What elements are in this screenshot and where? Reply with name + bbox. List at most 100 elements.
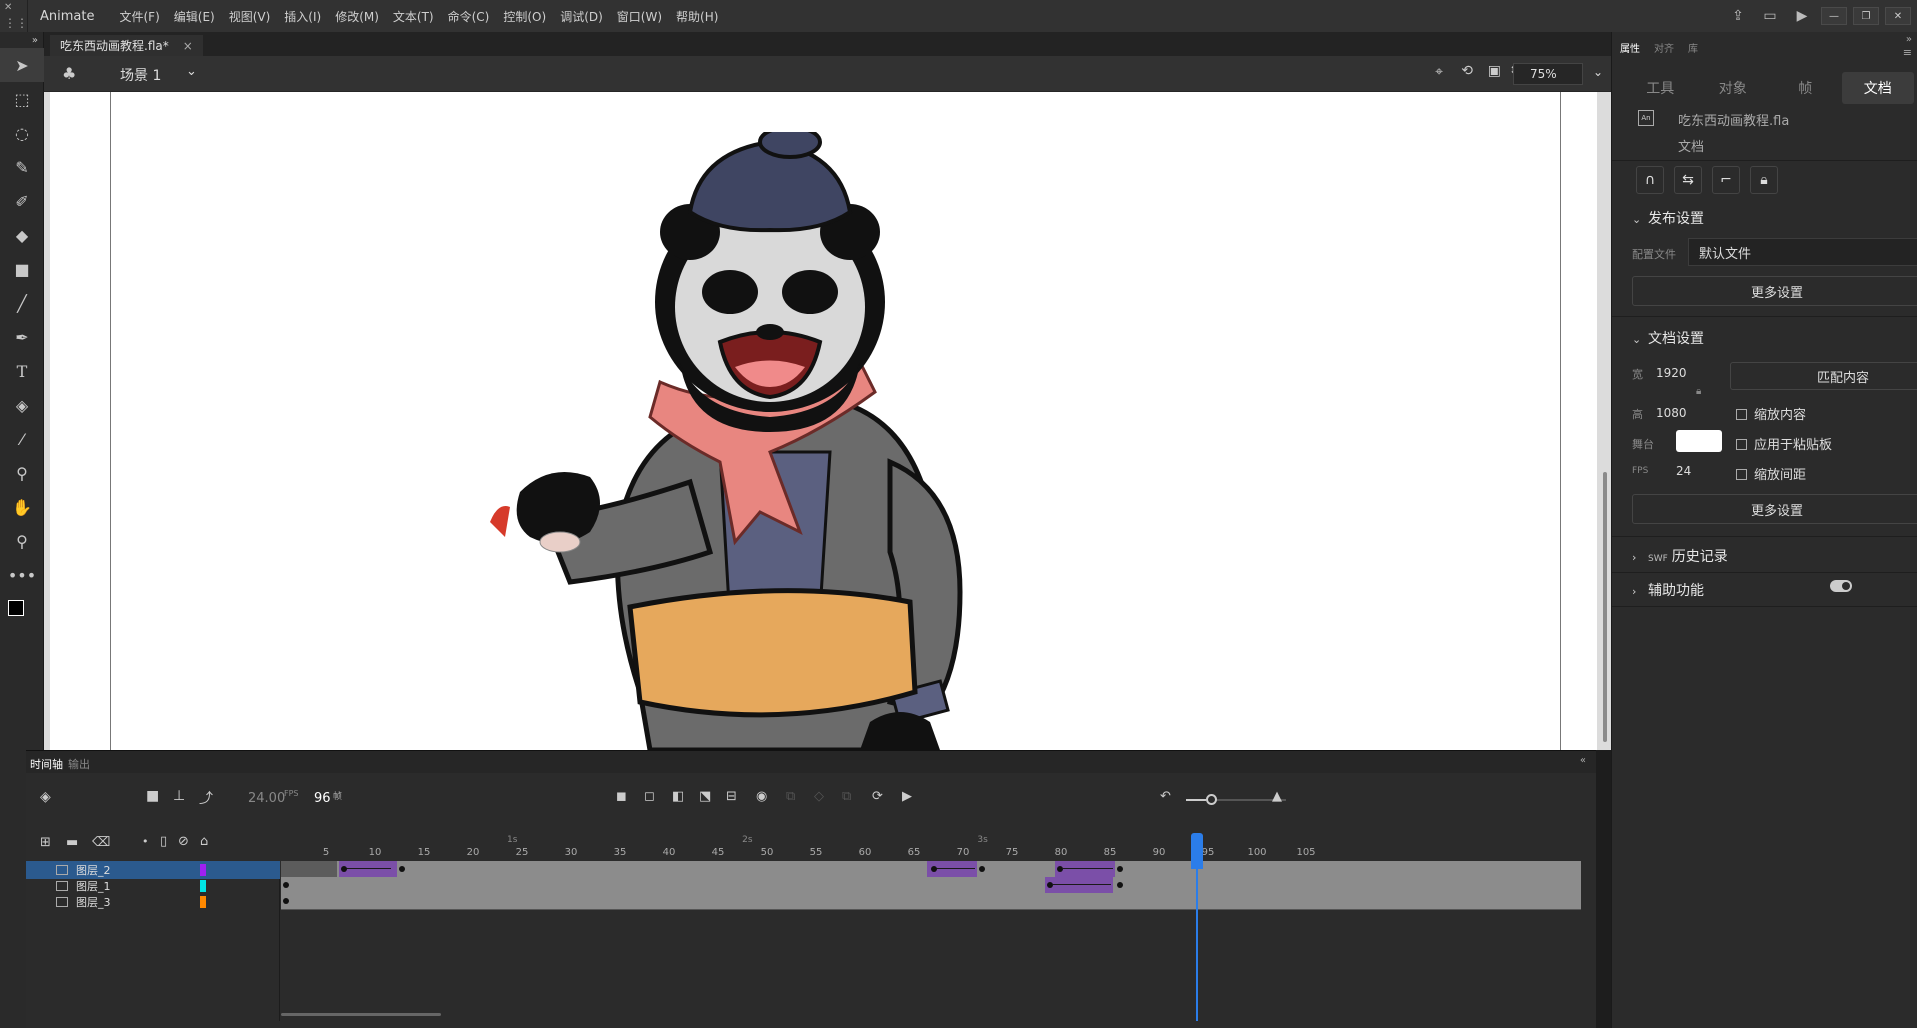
selection-tool[interactable]: ➤ [0, 48, 44, 82]
play-icon[interactable]: ▶ [902, 789, 912, 804]
current-frame[interactable]: 96 [314, 791, 331, 806]
menu-debug[interactable]: 调试(D) [553, 8, 610, 25]
scene-name[interactable]: 场景 1 [120, 65, 161, 85]
document-settings-header[interactable]: ⌄ 文档设置 [1632, 328, 1704, 348]
apply-paste-checkbox[interactable] [1736, 439, 1747, 450]
keyframe[interactable] [1117, 866, 1123, 872]
subtab-tool[interactable]: 工具 [1624, 72, 1697, 104]
pen-tool[interactable]: ✒ [0, 320, 44, 354]
color-swatches[interactable] [0, 592, 43, 632]
menu-file[interactable]: 文件(F) [112, 8, 166, 25]
height-value[interactable]: 1080 [1656, 406, 1687, 420]
fps-value[interactable]: 24.00 [248, 791, 285, 806]
frame-row-layer-3[interactable] [281, 893, 1581, 910]
classic-tween-icon[interactable]: ⧉ [842, 789, 851, 804]
minimize-button[interactable]: — [1821, 7, 1847, 25]
fps-value[interactable]: 24 [1676, 464, 1691, 478]
lock-icon[interactable]: ⌂ [200, 834, 208, 849]
keyframe[interactable] [341, 866, 347, 872]
subtab-object[interactable]: 对象 [1697, 72, 1770, 104]
accessibility-toggle[interactable] [1830, 580, 1852, 592]
keyframe[interactable] [1117, 882, 1123, 888]
layer-color-swatch[interactable] [200, 864, 206, 876]
snap-icon[interactable]: ∩ [1636, 166, 1664, 194]
frame-ruler[interactable]: 5 10 15 20 25 30 35 40 45 50 55 60 65 70 75 80 85 90 95 100… [281, 833, 1596, 861]
keyframe[interactable] [1047, 882, 1053, 888]
tween-span[interactable] [1055, 861, 1115, 877]
tab-align[interactable]: 对齐 [1654, 40, 1674, 55]
swf-history-header[interactable]: › SWF 历史记录 [1632, 546, 1728, 566]
outline-icon[interactable]: ▯ [160, 834, 167, 849]
onion-skin-icon[interactable]: ◉ [756, 789, 767, 804]
eyedropper-tool[interactable]: ⁄ [0, 422, 44, 456]
layout-icon[interactable]: ▭ [1757, 4, 1783, 28]
test-movie-icon[interactable]: ▶ [1789, 4, 1815, 28]
tab-output[interactable]: 输出 [68, 756, 90, 772]
zoom-input[interactable]: 75% [1513, 63, 1583, 85]
new-layer-icon[interactable]: ⊞ [40, 835, 51, 850]
zoom-chevron-icon[interactable]: ⌄ [1593, 65, 1603, 79]
more-tools-button[interactable]: ••• [0, 558, 44, 592]
center-stage-icon[interactable]: ⌖ [1435, 64, 1443, 80]
share-icon[interactable]: ⇪ [1725, 4, 1751, 28]
clip-stage-icon[interactable]: ▣ [1488, 63, 1501, 79]
pin-tool[interactable]: ⚲ [0, 456, 44, 490]
playhead[interactable] [1196, 833, 1198, 1021]
rotate-stage-icon[interactable]: ⟲ [1461, 63, 1473, 79]
publish-settings-header[interactable]: ⌄ 发布设置 [1632, 208, 1704, 228]
free-transform-tool[interactable]: ⬚ [0, 82, 44, 116]
document-tab[interactable]: 吃东西动画教程.fla* × [50, 35, 203, 56]
frame-row-layer-2[interactable] [281, 861, 1581, 878]
grid-icon[interactable]: ⋮⋮ [4, 16, 28, 30]
camera-icon[interactable]: ■ [146, 788, 159, 804]
stage-pasteboard[interactable] [44, 92, 1611, 750]
brush-tool[interactable]: ✐ [0, 184, 44, 218]
tween-span[interactable] [339, 861, 397, 877]
hide-icon[interactable]: ⊘ [178, 834, 189, 849]
lock-guides-icon[interactable]: 🔒︎ [1750, 166, 1778, 194]
lasso-tool[interactable]: ◌ [0, 116, 44, 150]
text-tool[interactable]: T [0, 354, 44, 388]
create-tween-icon[interactable]: ◇ [814, 789, 824, 804]
publish-more-settings-button[interactable]: 更多设置 [1632, 276, 1917, 306]
tab-close-icon[interactable]: × [183, 39, 193, 53]
paint-bucket-tool[interactable]: ◈ [0, 388, 44, 422]
link-dimensions-icon[interactable]: 🔒︎ [1696, 386, 1701, 397]
layer-color-swatch[interactable] [200, 896, 206, 908]
menu-help[interactable]: 帮助(H) [669, 8, 725, 25]
collapse-icon[interactable]: » [0, 32, 44, 48]
keyframe[interactable] [931, 866, 937, 872]
hand-tool[interactable]: ✋ [0, 490, 44, 524]
width-value[interactable]: 1920 [1656, 366, 1687, 380]
menu-text[interactable]: 文本(T) [386, 8, 441, 25]
scale-content-checkbox[interactable] [1736, 409, 1747, 420]
menu-modify[interactable]: 修改(M) [328, 8, 386, 25]
stroke-color-swatch[interactable] [8, 600, 24, 616]
edit-symbols-icon[interactable]: ♣ [62, 64, 76, 83]
timeline-horizontal-scrollbar[interactable] [281, 1013, 441, 1016]
highlight-layer-icon[interactable]: • [142, 835, 149, 848]
layer-name[interactable]: 图层_2 [76, 862, 111, 878]
tab-library[interactable]: 库 [1688, 40, 1698, 55]
match-content-button[interactable]: 匹配内容 [1730, 362, 1917, 390]
layer-name[interactable]: 图层_1 [76, 878, 111, 894]
line-tool[interactable]: ╱ [0, 286, 44, 320]
insert-keyframe-icon[interactable]: ◼ [616, 789, 627, 804]
rulers-icon[interactable]: ⌐ [1712, 166, 1740, 194]
close-window-button[interactable]: ✕ [1885, 7, 1911, 25]
delete-frame-icon[interactable]: ⊟ [726, 789, 737, 804]
scale-spacing-checkbox[interactable] [1736, 469, 1747, 480]
close-icon[interactable]: ✕ [4, 2, 12, 13]
layers-icon[interactable]: ◈ [40, 789, 51, 805]
panda-character[interactable] [490, 132, 1050, 750]
keyframe[interactable] [979, 866, 985, 872]
subtab-document[interactable]: 文档 [1841, 72, 1914, 104]
menu-control[interactable]: 控制(O) [496, 8, 553, 25]
tab-timeline[interactable]: 时间轴 [30, 756, 63, 772]
stage[interactable] [50, 92, 1597, 750]
tab-properties[interactable]: 属性 [1620, 40, 1640, 55]
loop-icon[interactable]: ⟳ [872, 789, 883, 804]
menu-insert[interactable]: 插入(I) [277, 8, 328, 25]
layer-color-swatch[interactable] [200, 880, 206, 892]
layer-name[interactable]: 图层_3 [76, 894, 111, 910]
